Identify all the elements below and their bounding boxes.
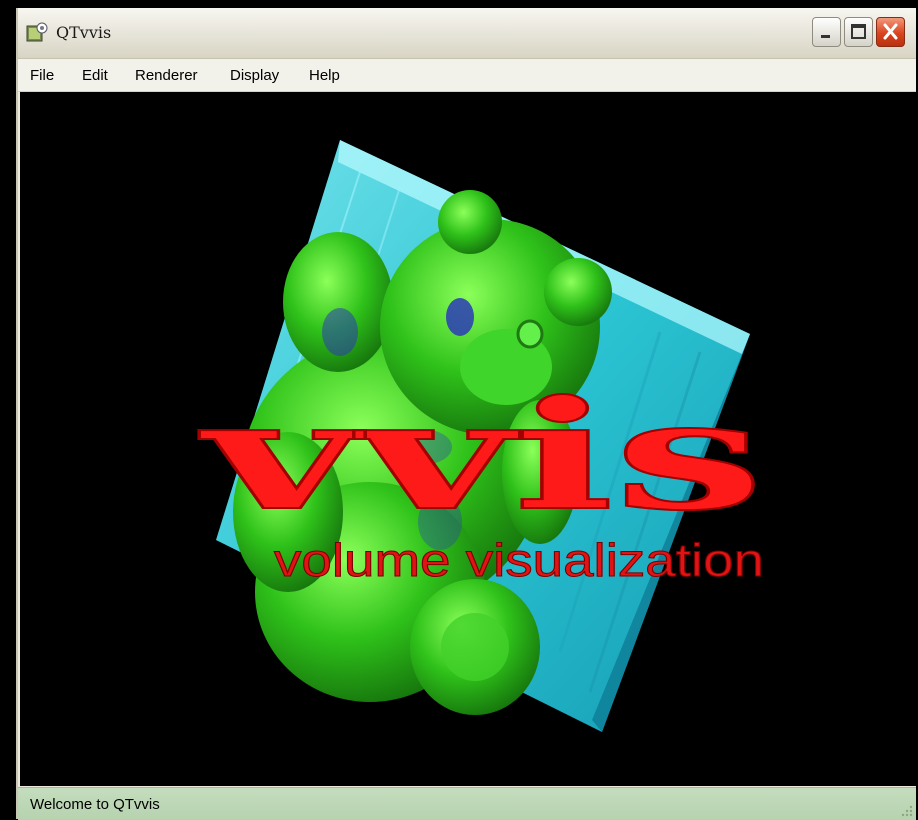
- menu-file[interactable]: File: [30, 67, 54, 84]
- menu-edit[interactable]: Edit: [82, 67, 108, 84]
- menu-help[interactable]: Help: [309, 67, 340, 84]
- maximize-icon: [851, 24, 866, 39]
- maximize-button[interactable]: [844, 17, 873, 47]
- minimize-button[interactable]: [812, 17, 841, 47]
- logo-text: vvis: [199, 368, 764, 544]
- status-message: Welcome to QTvvis: [30, 796, 160, 813]
- close-button[interactable]: [876, 17, 905, 47]
- menu-bar: File Edit Renderer Display Help: [18, 59, 916, 92]
- resize-grip-icon[interactable]: [901, 805, 913, 817]
- menu-display[interactable]: Display: [230, 67, 279, 84]
- logo-tagline: volume visualization: [274, 534, 764, 586]
- title-bar[interactable]: QTvvis: [18, 8, 916, 59]
- render-viewport[interactable]: vvis volume visualization: [20, 92, 918, 786]
- app-window: QTvvis File Edit Renderer Display Help v…: [16, 8, 918, 820]
- window-title: QTvvis: [56, 23, 112, 42]
- minimize-icon: [821, 35, 830, 38]
- menu-renderer[interactable]: Renderer: [135, 67, 198, 84]
- close-icon: [883, 23, 898, 40]
- status-bar: Welcome to QTvvis: [18, 787, 916, 820]
- volume-render-scene: vvis volume visualization: [198, 140, 765, 732]
- app-icon: [26, 22, 48, 42]
